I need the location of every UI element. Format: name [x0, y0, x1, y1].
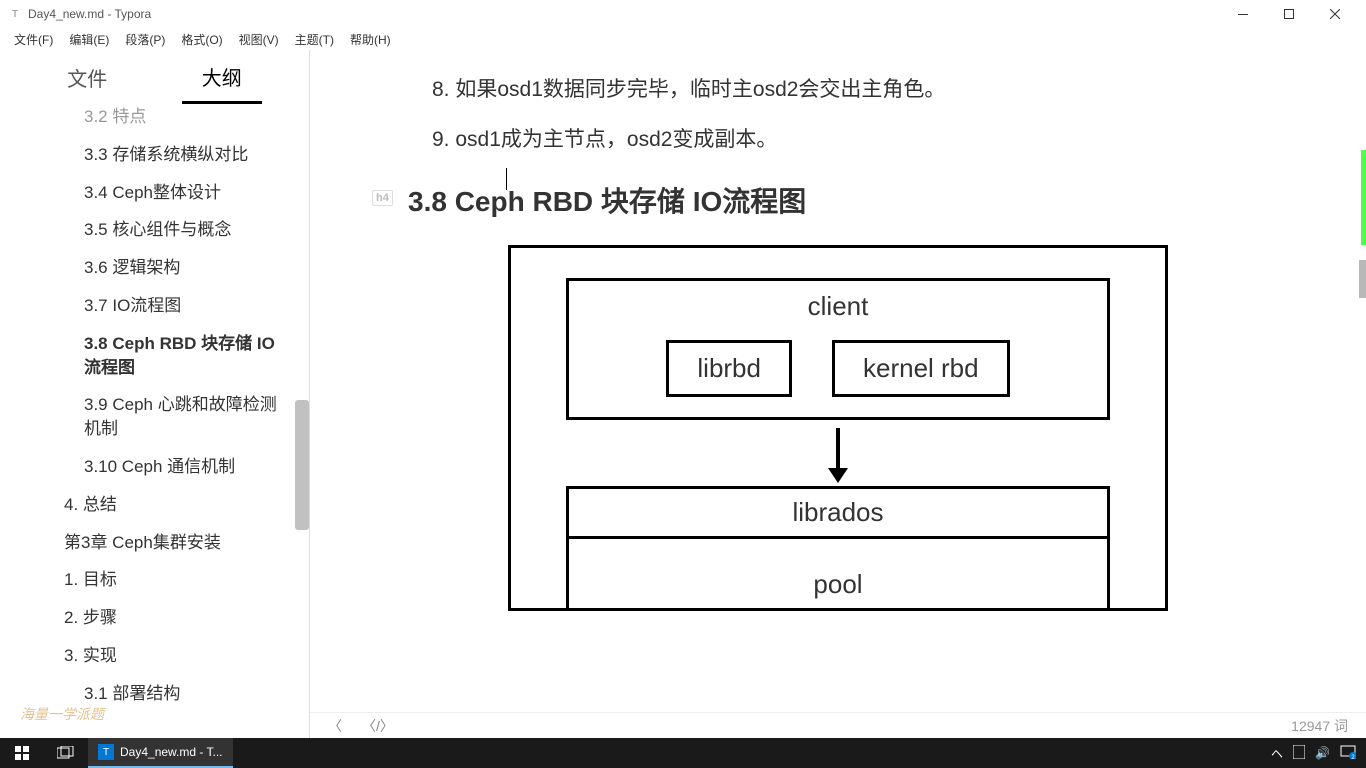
- heading-text: 3.8 Ceph RBD 块存储 IO流程图: [408, 186, 806, 217]
- outline-list[interactable]: 3.2 特点 3.3 存储系统横纵对比 3.4 Ceph整体设计 3.5 核心组…: [0, 105, 309, 738]
- menu-format[interactable]: 格式(O): [173, 28, 230, 50]
- diagram-label: client: [569, 281, 1107, 340]
- arrow-down-icon: [511, 420, 1165, 486]
- tray-chevron-icon[interactable]: ヘ: [1271, 745, 1283, 762]
- back-icon[interactable]: 〈: [328, 716, 342, 736]
- diagram-label: pool: [569, 539, 1107, 608]
- outline-item[interactable]: 3.2 特点: [0, 105, 309, 136]
- menu-paragraph[interactable]: 段落(P): [117, 28, 173, 50]
- diagram-client-box: client librbd kernel rbd: [566, 278, 1110, 420]
- menubar: 文件(F) 编辑(E) 段落(P) 格式(O) 视图(V) 主题(T) 帮助(H…: [0, 28, 1366, 50]
- tray-bluetooth-icon[interactable]: [1293, 745, 1305, 762]
- sidebar: 文件 大纲 3.2 特点 3.3 存储系统横纵对比 3.4 Ceph整体设计 3…: [0, 50, 310, 738]
- watermark: 海量一学派题: [20, 704, 104, 724]
- sidebar-scrollbar[interactable]: [295, 400, 309, 530]
- list-item[interactable]: 8. 如果osd1数据同步完毕，临时主osd2会交出主角色。: [432, 70, 1268, 110]
- outline-item[interactable]: 3.9 Ceph 心跳和故障检测机制: [0, 386, 309, 448]
- text-cursor: [506, 168, 507, 190]
- sidebar-tabs: 文件 大纲: [0, 50, 309, 105]
- close-button[interactable]: [1312, 0, 1358, 28]
- start-button[interactable]: [0, 738, 44, 768]
- menu-view[interactable]: 视图(V): [231, 28, 287, 50]
- outline-item[interactable]: 第3章 Ceph集群安装: [0, 524, 309, 562]
- tab-outline[interactable]: 大纲: [182, 52, 262, 104]
- outline-item-active[interactable]: 3.8 Ceph RBD 块存储 IO流程图: [0, 325, 309, 387]
- taskbar-app-label: Day4_new.md - T...: [120, 745, 223, 759]
- tray-volume-icon[interactable]: 🔊: [1315, 746, 1330, 760]
- outline-item[interactable]: 3.4 Ceph整体设计: [0, 174, 309, 212]
- window-titlebar: T Day4_new.md - Typora: [0, 0, 1366, 28]
- maximize-button[interactable]: [1266, 0, 1312, 28]
- menu-file[interactable]: 文件(F): [6, 28, 61, 50]
- heading[interactable]: h4 3.8 Ceph RBD 块存储 IO流程图: [408, 180, 1268, 220]
- windows-taskbar: T Day4_new.md - T... ヘ 🔊 2: [0, 738, 1366, 768]
- heading-level-badge: h4: [372, 190, 393, 206]
- diagram-label: kernel rbd: [832, 340, 1010, 397]
- menu-help[interactable]: 帮助(H): [342, 28, 399, 50]
- word-count[interactable]: 12947 词: [1291, 716, 1348, 736]
- tab-files[interactable]: 文件: [47, 53, 127, 102]
- system-tray[interactable]: ヘ 🔊 2: [1261, 745, 1366, 762]
- outline-item[interactable]: 3.10 Ceph 通信机制: [0, 448, 309, 486]
- list-item[interactable]: 9. osd1成为主节点，osd2变成副本。: [432, 120, 1268, 160]
- taskbar-app-typora[interactable]: T Day4_new.md - T...: [88, 738, 233, 768]
- typora-icon: T: [98, 744, 114, 760]
- outline-item[interactable]: 3.7 IO流程图: [0, 287, 309, 325]
- status-bar: 〈 〈/〉 12947 词: [310, 712, 1366, 738]
- minimize-button[interactable]: [1220, 0, 1266, 28]
- outline-item[interactable]: 3.5 核心组件与概念: [0, 211, 309, 249]
- task-view-button[interactable]: [44, 738, 88, 768]
- editor-content[interactable]: 8. 如果osd1数据同步完毕，临时主osd2会交出主角色。 9. osd1成为…: [310, 50, 1366, 738]
- outline-item[interactable]: 2. 步骤: [0, 599, 309, 637]
- ordered-list: 8. 如果osd1数据同步完毕，临时主osd2会交出主角色。 9. osd1成为…: [408, 70, 1268, 160]
- outline-item[interactable]: 3.6 逻辑架构: [0, 249, 309, 287]
- content-scrollbar[interactable]: [1359, 260, 1366, 298]
- outline-item[interactable]: 3. 实现: [0, 637, 309, 675]
- source-code-icon[interactable]: 〈/〉: [362, 716, 394, 736]
- minimap-highlight: [1361, 150, 1366, 245]
- diagram-librados-box: librados pool: [566, 486, 1110, 608]
- outline-item[interactable]: 1. 目标: [0, 561, 309, 599]
- flow-diagram: client librbd kernel rbd librados pool: [508, 245, 1168, 611]
- outline-item[interactable]: 3.3 存储系统横纵对比: [0, 136, 309, 174]
- menu-theme[interactable]: 主题(T): [287, 28, 342, 50]
- diagram-label: librbd: [666, 340, 792, 397]
- tray-notification-icon[interactable]: 2: [1340, 745, 1356, 762]
- window-title: Day4_new.md - Typora: [28, 7, 151, 21]
- diagram-label: librados: [569, 489, 1107, 539]
- outline-item[interactable]: 4. 总结: [0, 486, 309, 524]
- app-icon: T: [8, 7, 22, 21]
- menu-edit[interactable]: 编辑(E): [61, 28, 117, 50]
